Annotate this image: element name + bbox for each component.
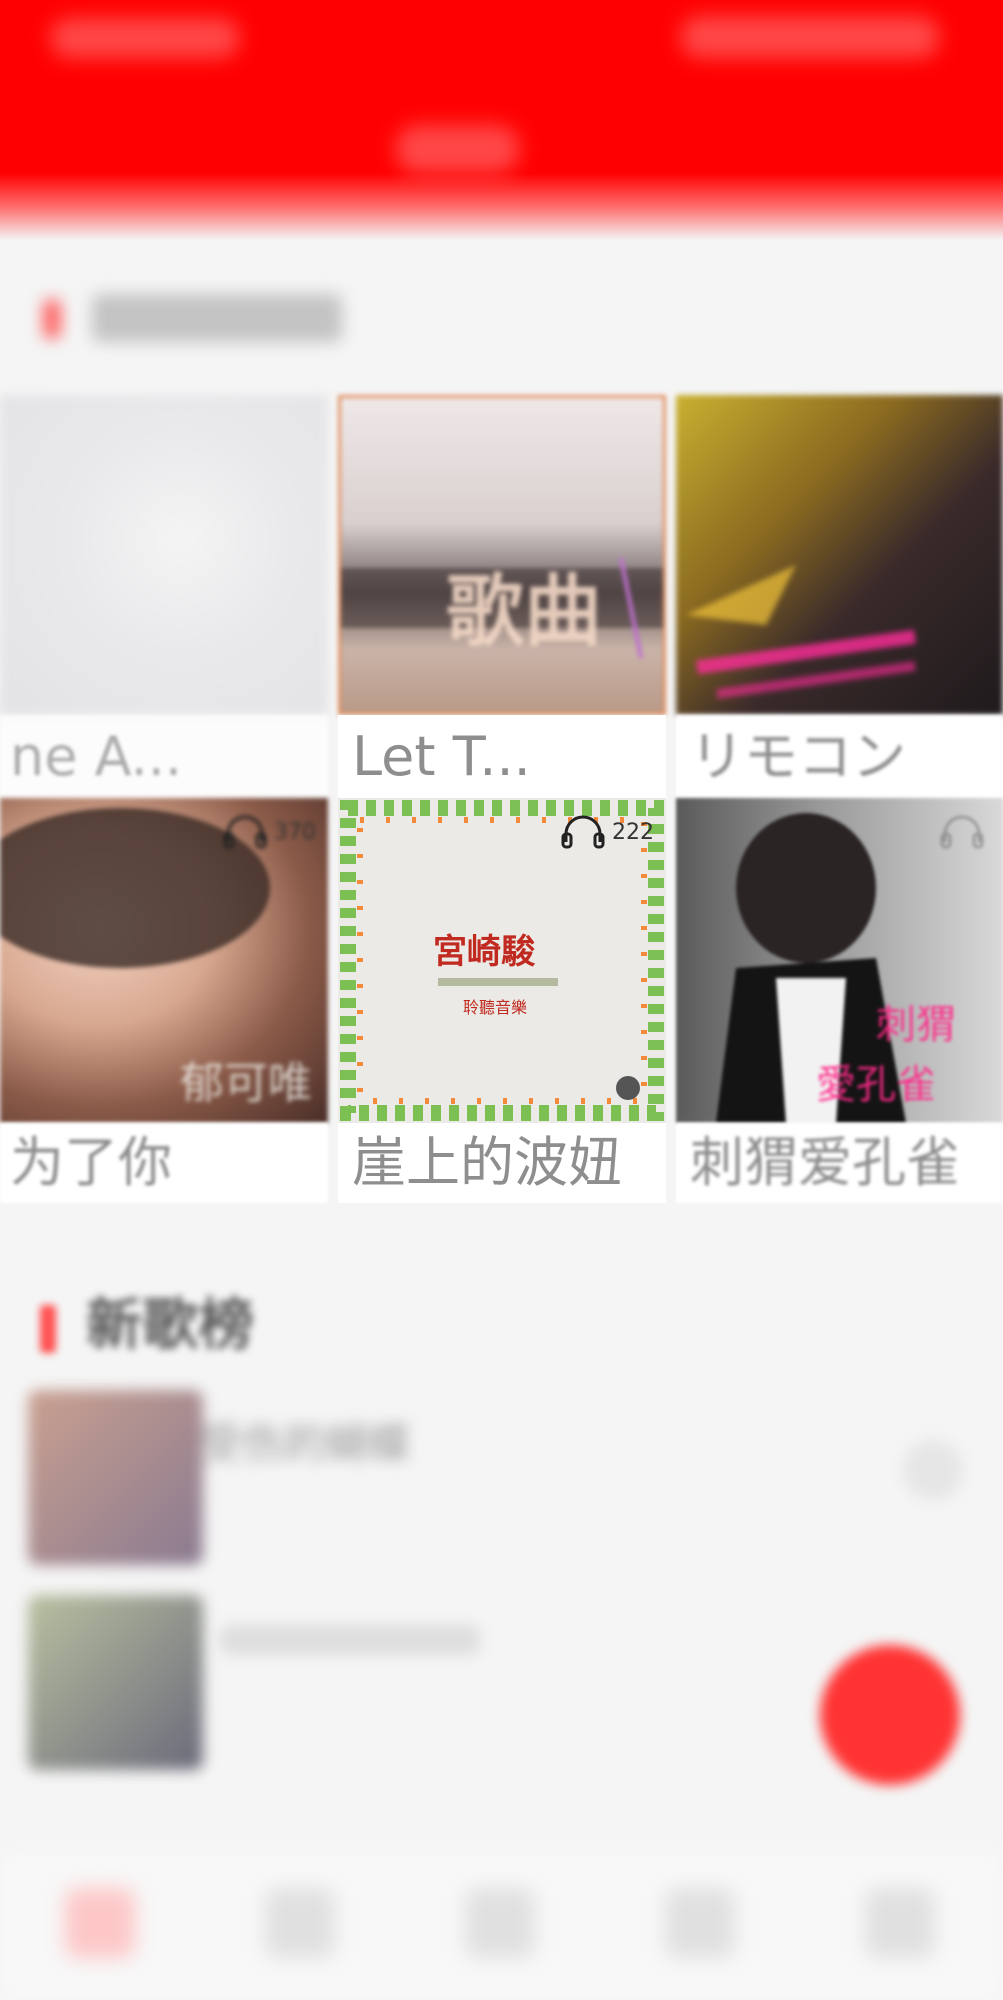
section-title-text — [92, 294, 342, 342]
play-count-value: 222 — [612, 819, 654, 845]
section-title-text: 新歌榜 — [86, 1293, 254, 1358]
header-right-control[interactable] — [680, 16, 940, 58]
bottom-navigation — [0, 1850, 1003, 2000]
playlist-cover — [0, 395, 328, 715]
playlist-cover: 歌曲 — [338, 395, 666, 715]
playlist-tile-1[interactable] — [0, 395, 328, 715]
song-row[interactable]: 受伤的蝴蝶 — [0, 1390, 1003, 1580]
svg-text:歌曲: 歌曲 — [446, 567, 602, 657]
play-count — [939, 814, 991, 850]
playlist-title: ne A... — [0, 715, 328, 799]
svg-text:刺猬: 刺猬 — [876, 1002, 956, 1048]
svg-text:聆聽音樂: 聆聽音樂 — [463, 998, 527, 1017]
playlist-tile-3[interactable] — [676, 395, 1003, 715]
playlist-title: 崖上的波妞 — [338, 1123, 666, 1203]
nav-item-3[interactable] — [465, 1888, 535, 1958]
headphones-icon — [940, 815, 984, 849]
more-icon[interactable] — [903, 1440, 963, 1500]
playlist-title: Let T... — [338, 715, 666, 799]
playlist-cover-art — [686, 565, 916, 699]
playlist-title: 刺猬爱孔雀 — [676, 1123, 1003, 1203]
nav-item-4[interactable] — [665, 1888, 735, 1958]
nav-item-1[interactable] — [65, 1888, 135, 1958]
playlist-tile-6[interactable]: 刺猬 愛孔雀 — [676, 798, 1003, 1123]
headphones-icon — [223, 815, 267, 849]
song-thumbnail — [28, 1390, 203, 1565]
svg-text:宮崎駿: 宮崎駿 — [433, 932, 536, 972]
svg-text:郁可唯: 郁可唯 — [180, 1058, 312, 1109]
nav-item-2[interactable] — [265, 1888, 335, 1958]
section-accent-bar — [40, 1304, 56, 1353]
headphones-icon — [561, 815, 605, 849]
playlist-cover-art: 歌曲 — [341, 557, 663, 659]
song-title: 受伤的蝴蝶 — [200, 1419, 411, 1468]
floating-play-button[interactable] — [820, 1645, 960, 1785]
svg-text:愛孔雀: 愛孔雀 — [816, 1062, 936, 1108]
play-count: 370 — [222, 814, 316, 850]
playlist-tile-5[interactable]: 宮崎駿 聆聽音樂 222 — [338, 798, 666, 1123]
header-title-tab[interactable] — [395, 125, 520, 173]
header-left-control[interactable] — [50, 18, 240, 58]
playlist-title: リモコン — [676, 715, 1003, 799]
play-count: 222 — [560, 814, 654, 850]
playlist-tile-4[interactable]: 郁可唯 370 — [0, 798, 328, 1123]
playlist-cover — [676, 395, 1003, 715]
section-accent-bar — [44, 300, 60, 338]
app-header — [0, 0, 1003, 240]
recommended-section-title — [30, 272, 350, 362]
playlist-title: 为了你 — [0, 1123, 328, 1203]
new-songs-section-title: 新歌榜 — [40, 1280, 254, 1360]
play-count-value: 370 — [274, 819, 316, 845]
song-thumbnail — [28, 1595, 203, 1770]
song-subtitle — [220, 1625, 480, 1655]
playlist-tile-2[interactable]: 歌曲 — [338, 395, 666, 715]
nav-item-5[interactable] — [865, 1888, 935, 1958]
